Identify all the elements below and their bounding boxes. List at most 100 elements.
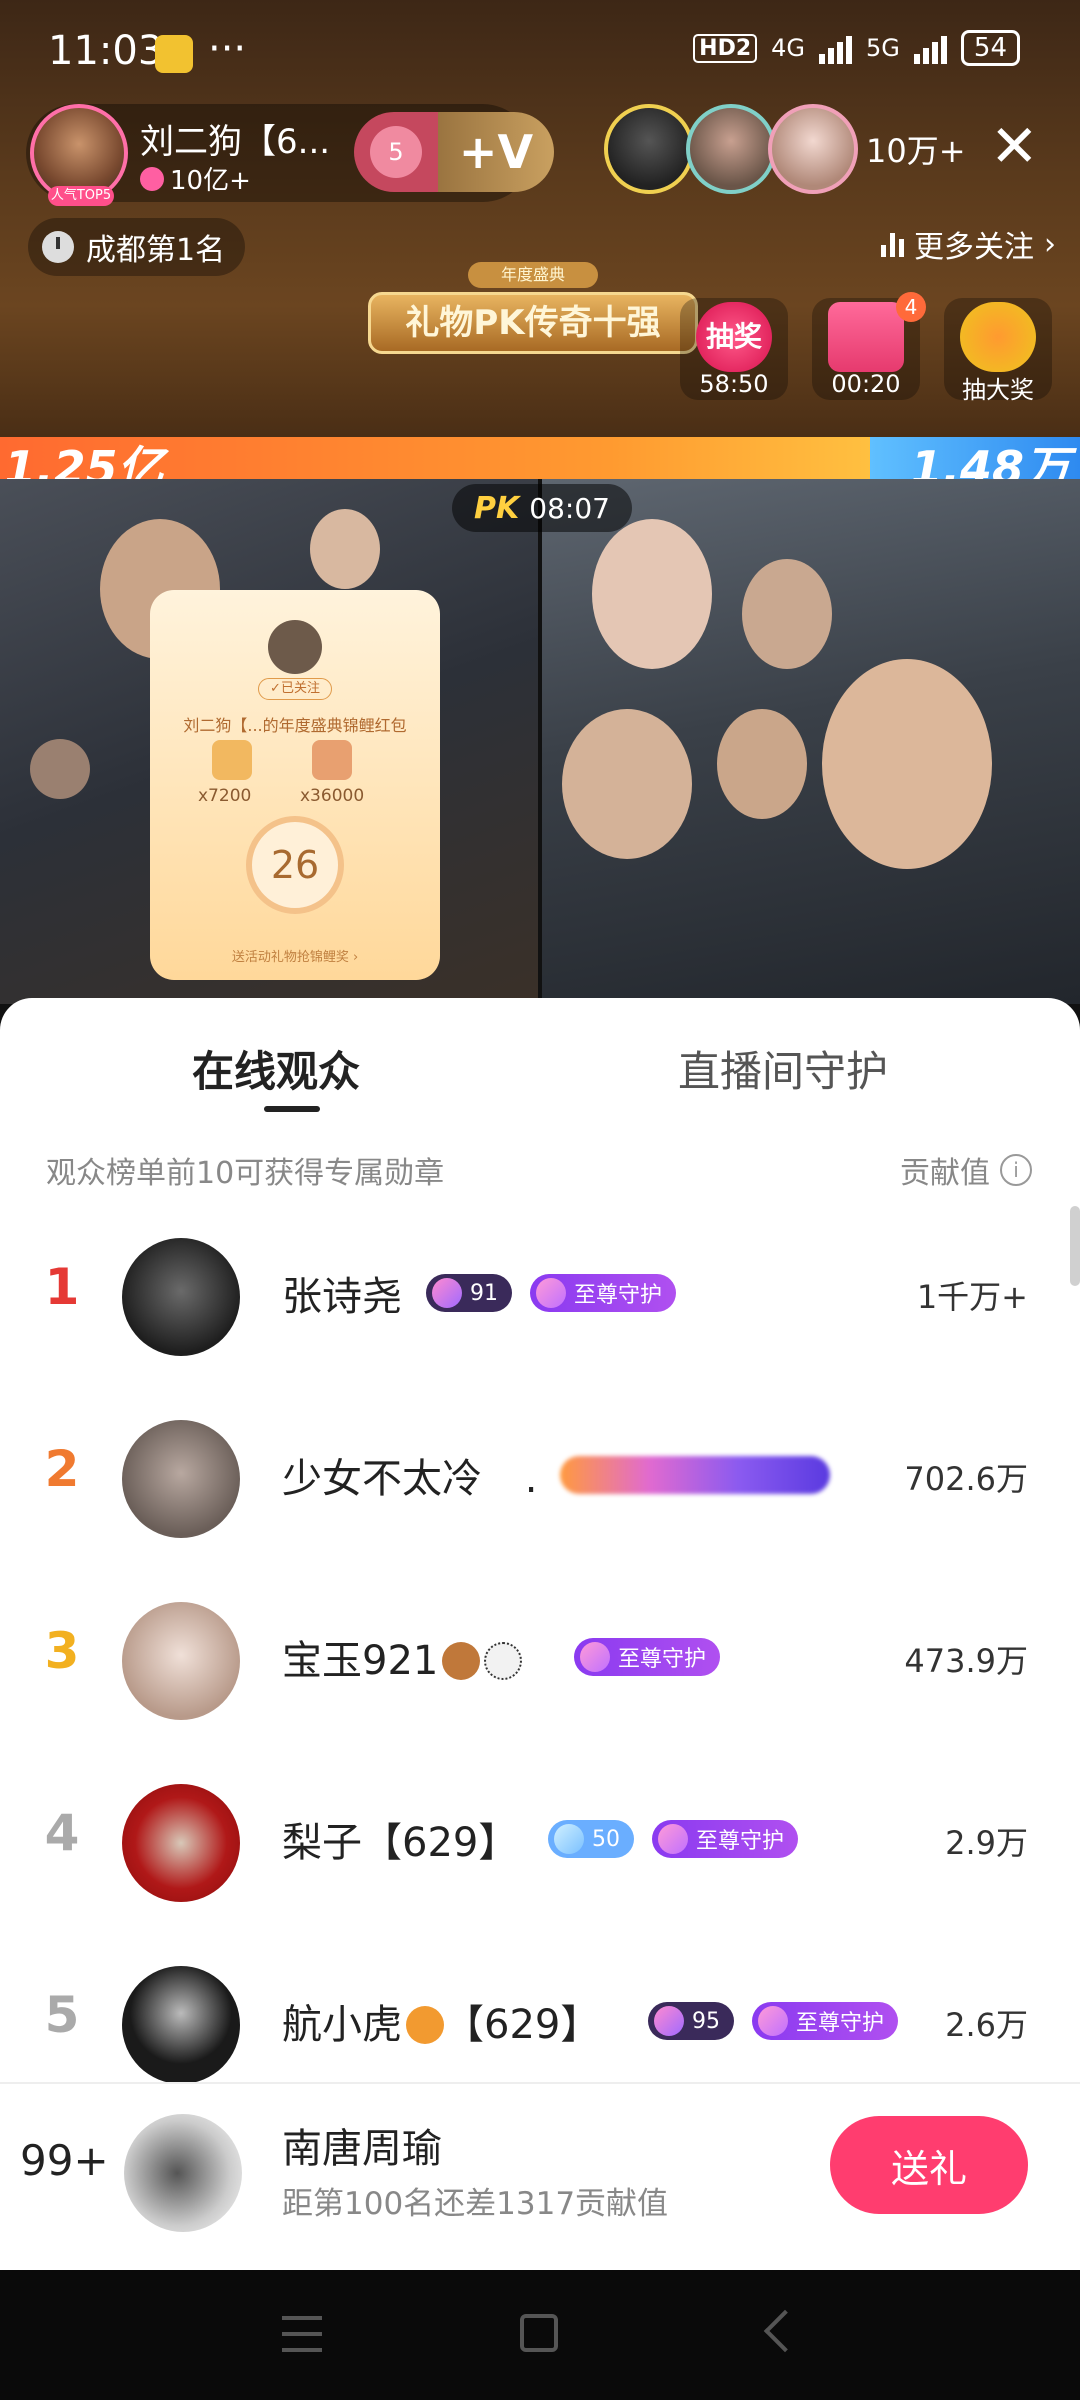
avatar[interactable] — [122, 1602, 240, 1720]
level-badge: 50 — [548, 1820, 634, 1858]
status-bar: 11:03 ··· HD2 4G 5G 54 — [0, 0, 1080, 105]
card-footer: 送活动礼物抢锦鲤奖 › — [231, 950, 359, 965]
more-follow-link[interactable]: 更多关注 › — [881, 222, 1056, 266]
card-countdown: 26 — [246, 816, 344, 914]
pk-timer-value: 08:07 — [529, 491, 610, 525]
hd-voice-icon: HD2 — [693, 33, 758, 63]
guard-badge: 至尊守护 — [752, 2002, 899, 2040]
lottery-timer: 58:50 — [699, 370, 769, 398]
host-fans-count: 10亿+ — [140, 160, 251, 197]
user-name: 张诗尧 — [282, 1274, 402, 1320]
grand-prize-label: 抽大奖 — [962, 376, 1034, 404]
host-fans-value: 10亿+ — [170, 166, 251, 196]
bar-chart-icon — [881, 231, 904, 257]
gift-icon — [212, 740, 252, 780]
video-person — [717, 709, 807, 819]
viewer-avatar[interactable] — [604, 104, 694, 194]
status-time: 11:03 — [48, 28, 164, 74]
contribution-value: 1千万+ — [916, 1278, 1028, 1316]
bow-emoji-icon — [484, 1642, 523, 1680]
contribution-value: 2.6万 — [945, 2006, 1028, 2044]
signal-icon — [819, 32, 853, 64]
card-follow-status: ✓已关注 — [258, 678, 332, 700]
tab-active-indicator — [264, 1106, 320, 1112]
more-follow-label: 更多关注 — [914, 230, 1034, 265]
list-item[interactable]: 2 少女不太冷 . 702.6万 — [0, 1388, 1080, 1568]
user-name: 少女不太冷 . — [282, 1446, 537, 1504]
avatar[interactable] — [122, 1966, 240, 2084]
user-name-text: 宝玉921 — [282, 1638, 439, 1684]
avatar[interactable] — [122, 1238, 240, 1356]
level-badge: 91 — [426, 1274, 512, 1312]
list-item[interactable]: 3 宝玉921 至尊守护 473.9万 — [0, 1570, 1080, 1750]
network-5g-label: 5G — [866, 34, 900, 62]
rank-number: 5 — [44, 1986, 80, 2044]
tab-online-audience[interactable]: 在线观众 — [192, 1038, 360, 1099]
list-item[interactable]: 4 梨子【629】 50 至尊守护 2.9万 — [0, 1752, 1080, 1932]
signal-icon — [913, 32, 947, 64]
avatar[interactable] — [122, 1420, 240, 1538]
user-name-tail: 【629】 — [444, 2002, 601, 2048]
viewer-avatar[interactable] — [686, 104, 776, 194]
rank-number: 4 — [44, 1804, 80, 1862]
bear-emoji-icon — [442, 1642, 481, 1680]
back-icon[interactable] — [763, 2309, 807, 2353]
rank-number: 1 — [44, 1258, 80, 1316]
user-name-text: 航小虎 — [282, 2002, 402, 2048]
notification-app-icon — [155, 35, 193, 73]
contribution-label: 贡献值 — [900, 1156, 990, 1191]
city-rank-pill[interactable]: 成都第1名 — [28, 218, 246, 276]
avatar[interactable] — [124, 2114, 242, 2232]
user-name: 航小虎 【629】 — [282, 1992, 600, 2050]
follow-button[interactable]: +V — [438, 112, 554, 192]
contribution-header[interactable]: 贡献值 i — [900, 1148, 1032, 1192]
video-person — [742, 559, 832, 669]
gift-box-badge: 4 — [896, 292, 926, 322]
chevron-right-icon: › — [1044, 226, 1056, 262]
clock-icon — [42, 231, 74, 263]
menu-icon[interactable] — [282, 2316, 322, 2352]
avatar[interactable] — [122, 1784, 240, 1902]
viewer-count[interactable]: 10万+ — [866, 126, 966, 172]
system-nav-bar — [0, 2270, 1080, 2400]
pk-event-banner[interactable]: 年度盛典 礼物PK传奇十强 — [368, 232, 698, 362]
home-icon[interactable] — [520, 2314, 558, 2352]
gift-box-icon — [828, 302, 904, 372]
send-gift-button[interactable]: 送礼 — [830, 2116, 1028, 2214]
info-icon[interactable]: i — [1000, 1154, 1032, 1186]
contribution-value: 473.9万 — [904, 1642, 1028, 1680]
video-person — [562, 709, 692, 859]
user-name: 宝玉921 — [282, 1628, 523, 1686]
card-value-2: x36000 — [300, 786, 365, 806]
tab-room-guard[interactable]: 直播间守护 — [678, 1038, 888, 1099]
rank-number: 2 — [44, 1440, 80, 1498]
status-indicators: HD2 4G 5G 54 — [693, 30, 1020, 66]
my-rank-number: 99+ — [20, 2136, 109, 2185]
viewer-avatar[interactable] — [768, 104, 858, 194]
fan-club-badge[interactable]: 5 — [354, 112, 438, 192]
guard-badge: 至尊守护 — [530, 1274, 677, 1312]
network-4g-label: 4G — [771, 34, 806, 62]
blurred-badges — [560, 1456, 830, 1494]
contribution-value: 702.6万 — [904, 1460, 1028, 1498]
battery-icon: 54 — [960, 30, 1020, 66]
opponent-video-feed[interactable] — [542, 479, 1080, 1004]
guard-badge: 至尊守护 — [574, 1638, 721, 1676]
list-item[interactable]: 1 张诗尧 91 至尊守护 1千万+ — [0, 1206, 1080, 1386]
host-popularity-tag: 人气TOP5 — [48, 186, 114, 206]
audience-sheet: 在线观众 直播间守护 观众榜单前10可获得专属勋章 贡献值 i 1 张诗尧 91… — [0, 998, 1080, 2270]
pk-timer: PK 08:07 — [452, 484, 632, 532]
gift-box-widget[interactable]: 4 00:20 — [812, 292, 926, 400]
red-packet-card[interactable]: ✓已关注 刘二狗【...的年度盛典锦鲤红包 x7200 x36000 26 送活… — [150, 590, 440, 980]
lottery-widget[interactable]: 抽奖 58:50 — [680, 298, 788, 400]
my-rank-gap: 距第100名还差1317贡献值 — [282, 2186, 669, 2222]
host-info-pill[interactable]: 人气TOP5 刘二狗【6... 10亿+ 5 +V — [26, 104, 554, 206]
status-more-dots: ··· — [208, 26, 247, 72]
contribution-value: 2.9万 — [945, 1824, 1028, 1862]
pk-banner-tag: 年度盛典 — [468, 262, 598, 288]
my-name: 南唐周瑜 — [282, 2126, 442, 2172]
close-icon[interactable]: ✕ — [990, 116, 1039, 176]
grand-prize-widget[interactable]: 抽大奖 — [944, 298, 1052, 404]
host-name: 刘二狗【6... — [140, 122, 331, 162]
video-person — [310, 509, 380, 589]
